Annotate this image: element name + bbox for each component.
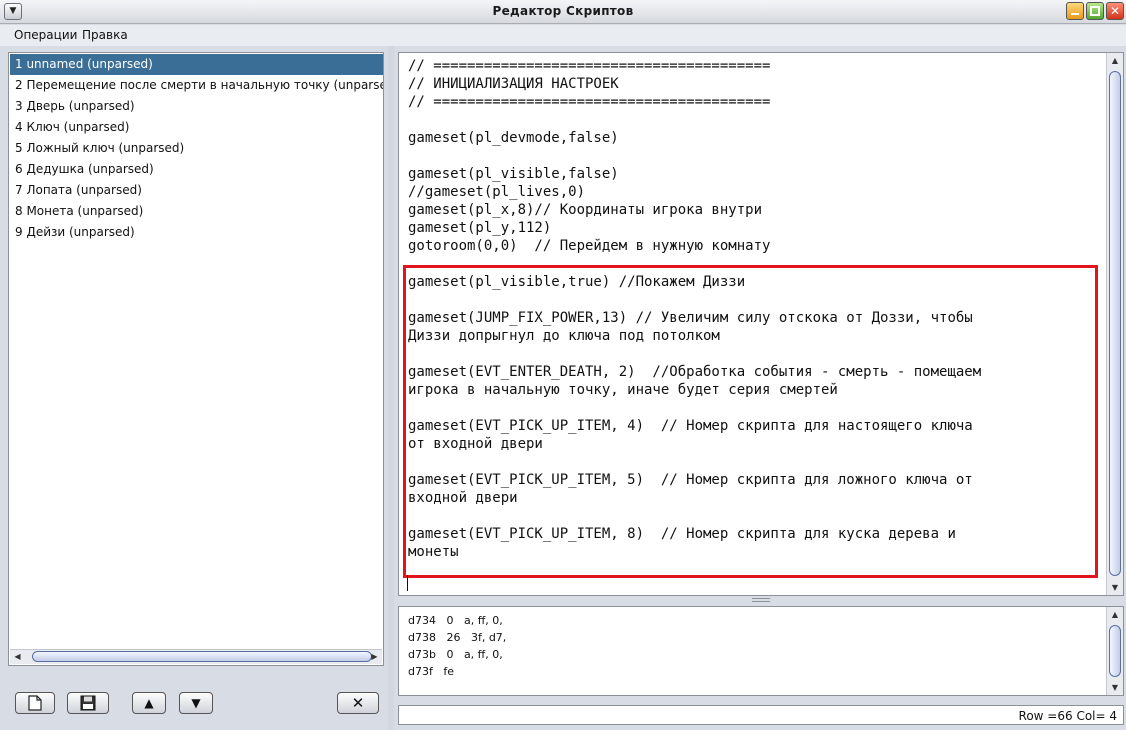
status-bar: Row =66 Col= 4 (398, 705, 1124, 725)
code-line: // =====================================… (408, 94, 771, 110)
script-list-item[interactable]: 7 Лопата (unparsed) (10, 180, 383, 201)
script-list-item[interactable]: 3 Дверь (unparsed) (10, 96, 383, 117)
scroll-down-icon[interactable]: ▼ (1107, 680, 1123, 695)
arrow-down-icon: ▼ (191, 696, 201, 710)
script-list-item[interactable]: 6 Дедушка (unparsed) (10, 159, 383, 180)
minimize-button[interactable] (1066, 2, 1084, 20)
script-list-item[interactable]: 1 unnamed (unparsed) (10, 54, 383, 75)
bytecode-panel[interactable]: d734 0 a, ff, 0, d738 26 3f, d7, d73b 0 … (398, 606, 1124, 696)
scroll-left-icon[interactable]: ◀ (10, 650, 25, 664)
horizontal-splitter-grip[interactable] (752, 598, 770, 602)
floppy-disk-icon (80, 695, 96, 711)
code-line: gameset(pl_devmode,false) (408, 130, 619, 146)
highlight-annotation (403, 265, 1098, 578)
vertical-splitter[interactable] (388, 46, 394, 730)
code-line: //gameset(pl_lives,0) (408, 184, 586, 200)
arrow-up-icon: ▲ (144, 696, 154, 710)
code-line: gameset(pl_y,112) (408, 220, 552, 236)
menu-edit[interactable]: Правка (82, 28, 128, 42)
code-line: // =====================================… (408, 58, 771, 74)
bytecode-line: d734 0 a, ff, 0, (408, 614, 503, 627)
menu-bar: Операции Правка (0, 25, 1126, 46)
menu-operations[interactable]: Операции (14, 28, 77, 42)
minimize-icon (1071, 13, 1079, 15)
maximize-icon (1090, 6, 1100, 16)
text-caret (407, 575, 408, 591)
scrollbar-thumb[interactable] (1109, 625, 1121, 677)
delete-script-button[interactable]: ✕ (337, 692, 379, 714)
editor-vertical-scrollbar[interactable]: ▲ ▼ (1106, 53, 1123, 595)
script-list[interactable]: 1 unnamed (unparsed) 2 Перемещение после … (10, 54, 383, 243)
bytecode-line: d73f fe (408, 665, 454, 678)
new-file-icon (28, 695, 42, 711)
bytecode-line: d73b 0 a, ff, 0, (408, 648, 503, 661)
scroll-up-icon[interactable]: ▲ (1107, 53, 1123, 68)
script-list-item[interactable]: 2 Перемещение после смерти в начальную т… (10, 75, 383, 96)
window-title: Редактор Скриптов (492, 4, 634, 18)
scroll-up-icon[interactable]: ▲ (1107, 607, 1123, 622)
code-line: gotoroom(0,0) // Перейдем в нужную комна… (408, 238, 771, 254)
new-script-button[interactable] (15, 692, 55, 714)
scrollbar-thumb[interactable] (1109, 71, 1121, 576)
code-line: gameset(pl_visible,false) (408, 166, 619, 182)
script-list-panel: 1 unnamed (unparsed) 2 Перемещение после … (8, 52, 384, 666)
move-up-button[interactable]: ▲ (132, 692, 166, 714)
script-list-item[interactable]: 9 Дейзи (unparsed) (10, 222, 383, 243)
close-icon: ✕ (1109, 4, 1121, 18)
code-line: gameset(pl_x,8)// Координаты игрока внут… (408, 202, 763, 218)
code-line: // ИНИЦИАЛИЗАЦИЯ НАСТРОЕК (408, 76, 619, 92)
scroll-down-icon[interactable]: ▼ (1107, 580, 1123, 595)
bytecode-vertical-scrollbar[interactable]: ▲ ▼ (1106, 607, 1123, 695)
close-window-button[interactable]: ✕ (1106, 2, 1124, 20)
scroll-right-icon[interactable]: ▶ (367, 650, 382, 664)
script-list-item[interactable]: 5 Ложный ключ (unparsed) (10, 138, 383, 159)
move-down-button[interactable]: ▼ (179, 692, 213, 714)
script-list-item[interactable]: 4 Ключ (unparsed) (10, 117, 383, 138)
cursor-position: Row =66 Col= 4 (1018, 709, 1117, 723)
maximize-button[interactable] (1086, 2, 1104, 20)
list-horizontal-scrollbar[interactable]: ◀ ▶ (10, 649, 382, 664)
save-script-button[interactable] (67, 692, 109, 714)
code-editor[interactable]: // =====================================… (398, 52, 1124, 596)
scrollbar-thumb[interactable] (32, 651, 372, 662)
title-bar: ▼ Редактор Скриптов ✕ (0, 0, 1126, 24)
bytecode-line: d738 26 3f, d7, (408, 631, 507, 644)
close-icon: ✕ (351, 694, 365, 712)
script-list-item[interactable]: 8 Монета (unparsed) (10, 201, 383, 222)
